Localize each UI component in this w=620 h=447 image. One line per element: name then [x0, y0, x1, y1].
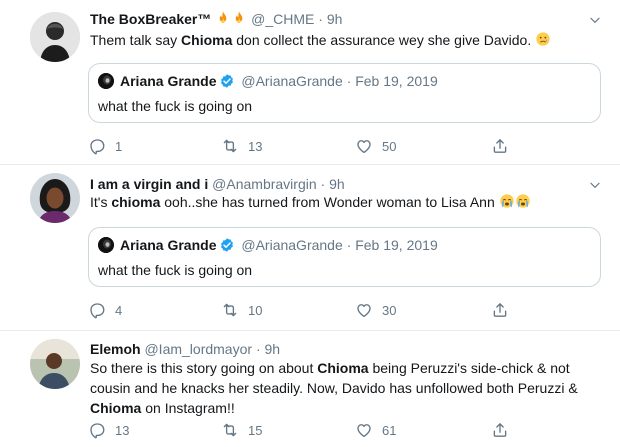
like-button[interactable]: 50 — [355, 136, 396, 156]
author-name[interactable]: I am a virgin and i — [90, 176, 208, 192]
quoted-avatar — [98, 237, 114, 253]
reply-button[interactable]: 13 — [88, 420, 129, 440]
text-segment: So there is this story going on about — [90, 360, 318, 376]
heart-icon — [355, 301, 373, 319]
share-button[interactable] — [491, 420, 509, 440]
tweet-timestamp[interactable]: 9h — [329, 176, 345, 192]
reply-icon — [88, 137, 106, 155]
reply-icon — [88, 301, 106, 319]
like-button[interactable]: 61 — [355, 420, 396, 440]
tweet-2[interactable]: I am a virgin and i @Anambravirgin · 9h … — [0, 165, 620, 331]
retweet-count: 10 — [248, 302, 263, 318]
text-highlight: Chioma — [90, 400, 142, 416]
reply-count: 4 — [115, 302, 123, 318]
like-count: 50 — [382, 138, 397, 154]
chevron-down-icon[interactable] — [588, 13, 602, 27]
tweet-actions: 4 10 30 — [88, 300, 528, 320]
retweet-button[interactable]: 10 — [221, 300, 262, 320]
avatar[interactable] — [30, 339, 80, 389]
tweet-timestamp[interactable]: 9h — [265, 341, 281, 357]
author-name[interactable]: The BoxBreaker™ — [90, 11, 211, 27]
tweet-actions: 13 15 61 — [88, 420, 528, 440]
quoted-author-name: Ariana Grande — [120, 237, 217, 253]
reply-button[interactable]: 1 — [88, 136, 122, 156]
quoted-avatar — [98, 73, 114, 89]
retweet-icon — [221, 301, 239, 319]
share-icon — [491, 137, 509, 155]
text-highlight: Chioma — [317, 360, 369, 376]
avatar[interactable] — [30, 173, 80, 223]
tweet-header: Elemoh @Iam_lordmayor · 9h — [90, 340, 280, 358]
retweet-icon — [221, 421, 239, 439]
text-segment: Them talk say — [90, 32, 182, 48]
tweet-3[interactable]: Elemoh @Iam_lordmayor · 9h So there is t… — [0, 331, 620, 447]
separator-dot: · — [320, 176, 326, 192]
quoted-date: Feb 19, 2019 — [355, 237, 438, 253]
quoted-date: Feb 19, 2019 — [355, 73, 438, 89]
quoted-text: what the fuck is going on — [98, 262, 253, 278]
separator-dot: · — [346, 237, 352, 253]
tweet-text: It's chioma ooh..she has turned from Won… — [90, 192, 598, 212]
quoted-tweet[interactable]: Ariana Grande @ArianaGrande · Feb 19, 20… — [88, 63, 601, 123]
share-button[interactable] — [491, 300, 509, 320]
heart-icon — [355, 421, 373, 439]
crying-face-emoji — [515, 193, 531, 209]
reply-button[interactable]: 4 — [88, 300, 122, 320]
sad-face-emoji — [535, 31, 551, 47]
reply-count: 13 — [115, 422, 130, 438]
text-segment: on Instagram!! — [141, 400, 235, 416]
tweet-header: I am a virgin and i @Anambravirgin · 9h — [90, 175, 345, 193]
quoted-tweet[interactable]: Ariana Grande @ArianaGrande · Feb 19, 20… — [88, 227, 601, 287]
quoted-text: what the fuck is going on — [98, 98, 253, 114]
separator-dot: · — [255, 341, 261, 357]
reply-count: 1 — [115, 138, 123, 154]
share-icon — [491, 421, 509, 439]
separator-dot: · — [346, 73, 352, 89]
tweet-text: Them talk say Chioma don collect the ass… — [90, 30, 598, 50]
text-segment: don collect the assurance wey she give D… — [232, 32, 536, 48]
heart-icon — [355, 137, 373, 155]
tweet-text: So there is this story going on about Ch… — [90, 358, 598, 418]
reply-icon — [88, 421, 106, 439]
text-highlight: Chioma — [181, 32, 233, 48]
share-button[interactable] — [491, 136, 509, 156]
quoted-header: Ariana Grande @ArianaGrande · Feb 19, 20… — [120, 236, 438, 254]
like-button[interactable]: 30 — [355, 300, 396, 320]
text-segment: ooh..she has turned from Wonder woman to… — [160, 194, 499, 210]
fire-emoji — [215, 10, 231, 26]
retweet-button[interactable]: 15 — [221, 420, 262, 440]
retweet-count: 15 — [248, 422, 263, 438]
text-highlight: chioma — [111, 194, 161, 210]
verified-badge-icon — [219, 73, 235, 89]
quoted-author-name: Ariana Grande — [120, 73, 217, 89]
share-icon — [491, 301, 509, 319]
text-segment: It's — [90, 194, 112, 210]
like-count: 61 — [382, 422, 397, 438]
retweet-icon — [221, 137, 239, 155]
author-name[interactable]: Elemoh — [90, 341, 141, 357]
tweet-header: The BoxBreaker™ @_CHME · 9h — [90, 10, 342, 28]
quoted-header: Ariana Grande @ArianaGrande · Feb 19, 20… — [120, 72, 438, 90]
quoted-author-handle: @ArianaGrande — [241, 237, 343, 253]
tweet-1[interactable]: The BoxBreaker™ @_CHME · 9h Them talk sa… — [0, 0, 620, 165]
crying-face-emoji — [499, 193, 515, 209]
fire-emoji — [231, 10, 247, 26]
author-handle[interactable]: @_CHME — [251, 11, 314, 27]
retweet-count: 13 — [248, 138, 263, 154]
avatar[interactable] — [30, 12, 80, 62]
author-handle[interactable]: @Iam_lordmayor — [144, 341, 252, 357]
like-count: 30 — [382, 302, 397, 318]
quoted-author-handle: @ArianaGrande — [241, 73, 343, 89]
verified-badge-icon — [219, 237, 235, 253]
tweet-actions: 1 13 50 — [88, 136, 528, 156]
separator-dot: · — [318, 11, 323, 27]
retweet-button[interactable]: 13 — [221, 136, 262, 156]
author-handle[interactable]: @Anambravirgin — [212, 176, 316, 192]
chevron-down-icon[interactable] — [588, 178, 602, 192]
tweet-timestamp[interactable]: 9h — [327, 11, 343, 27]
